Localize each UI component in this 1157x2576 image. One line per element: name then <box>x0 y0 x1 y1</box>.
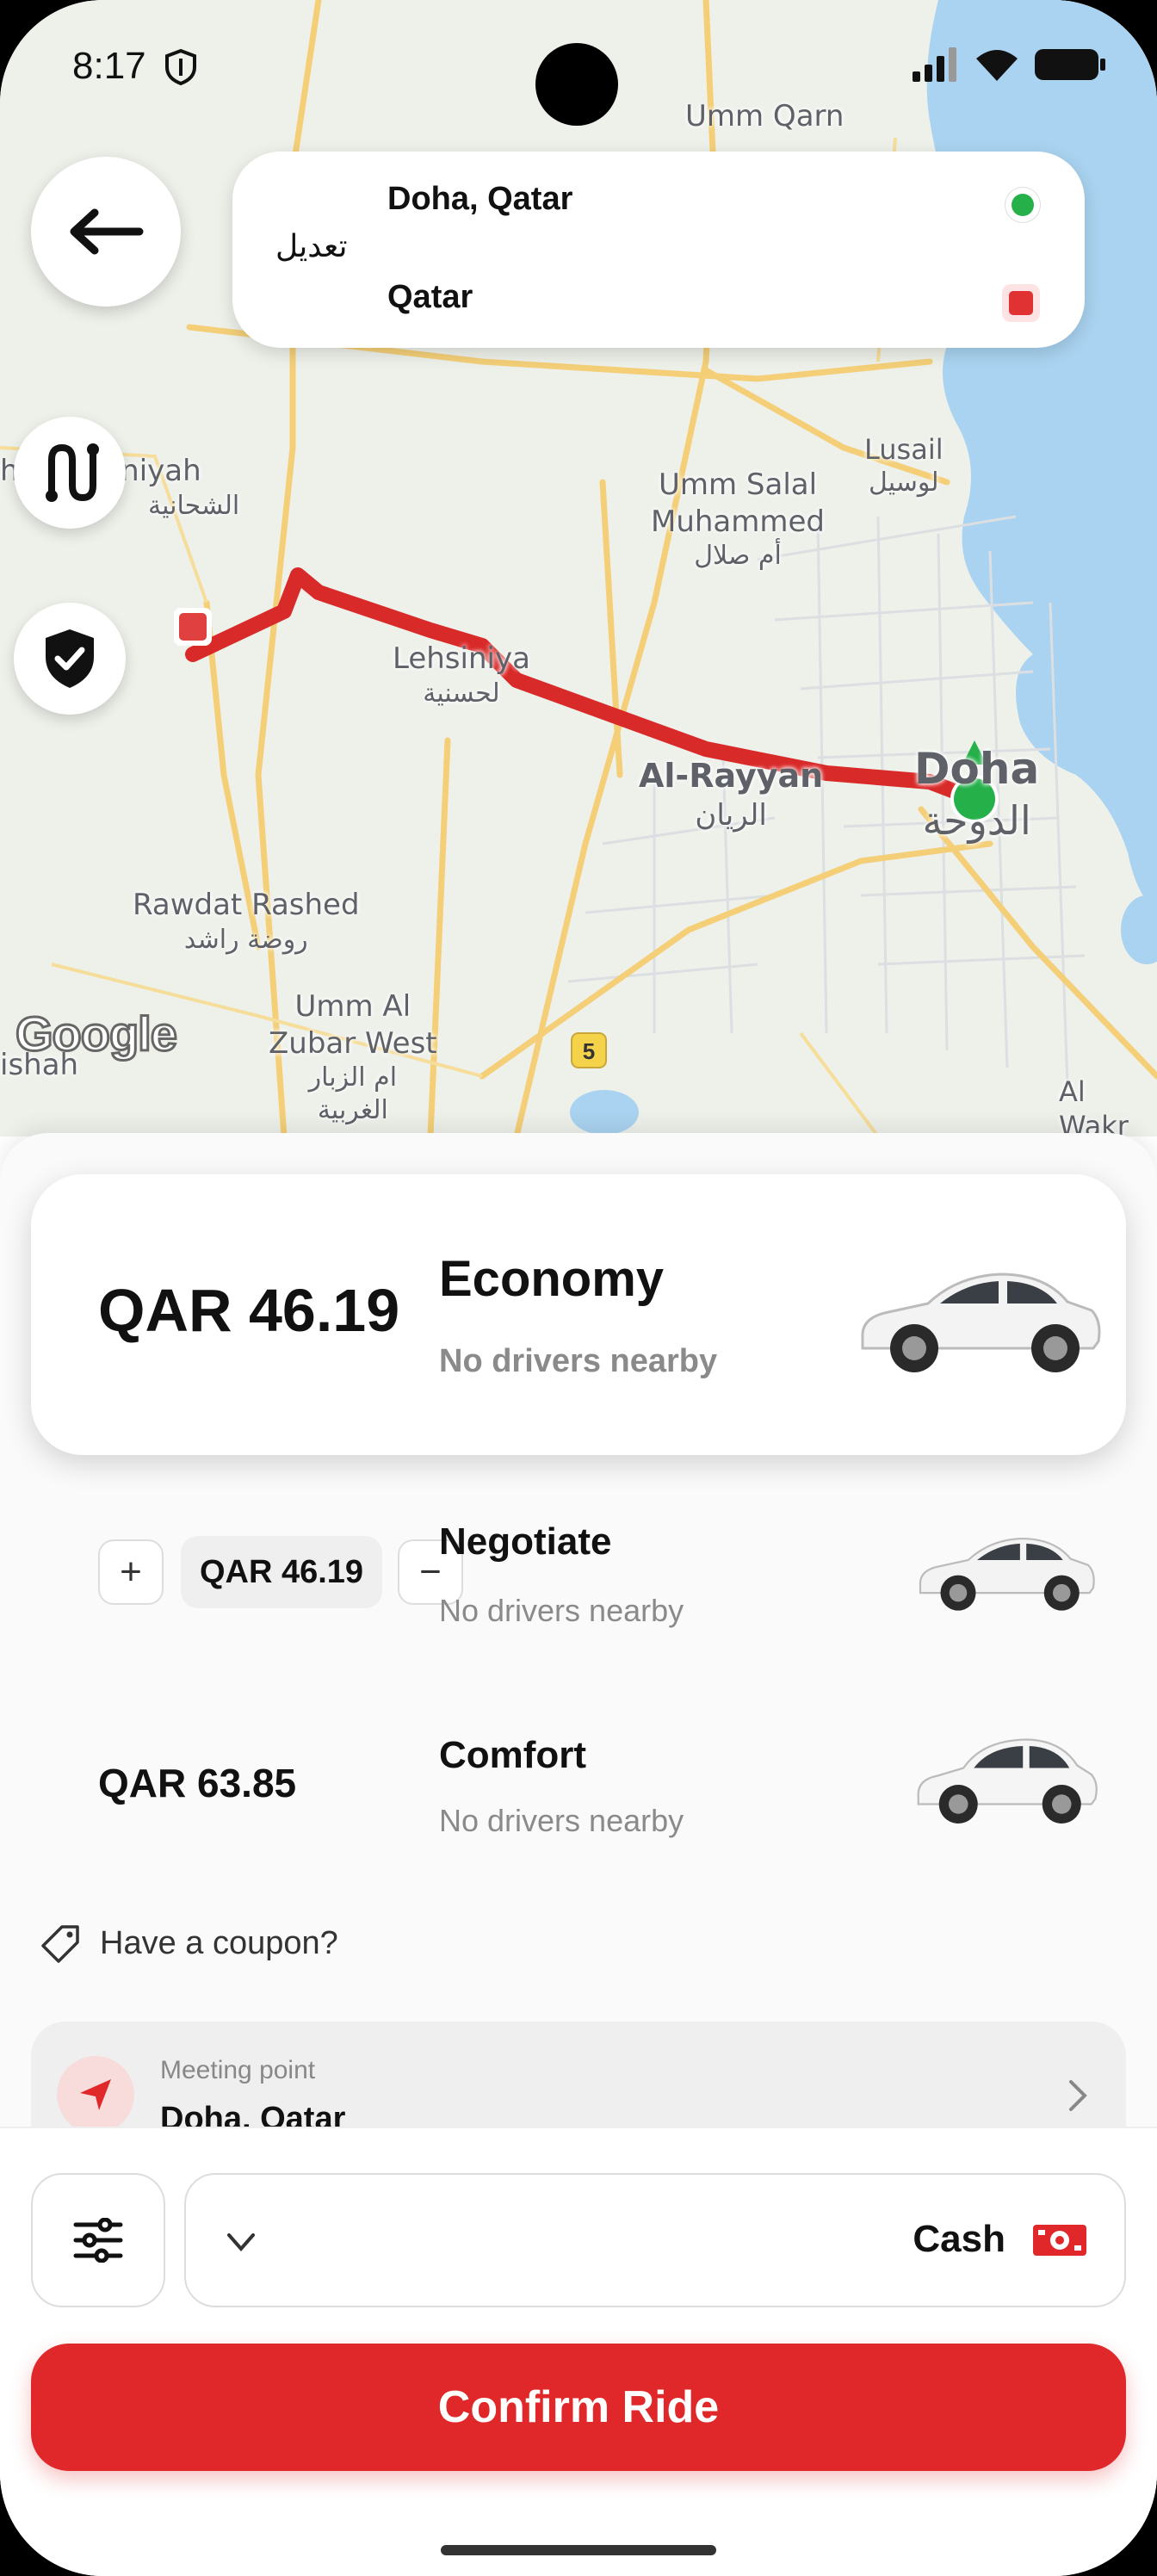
ride-preferences-button[interactable] <box>31 2173 165 2307</box>
route-line <box>185 567 982 807</box>
map-label-umm-al-zubar: Umm Al Zubar West ام الزبار الغربية <box>269 988 437 1126</box>
map-label-umm-al-zubar-ar2: الغربية <box>317 1094 388 1125</box>
road-5-label: 5 <box>583 1038 595 1064</box>
map-label-lusail-en: Lusail <box>864 433 944 466</box>
map-label-al-wakra: Al Wakr <box>1059 1075 1129 1136</box>
comfort-car-image <box>917 1738 1098 1824</box>
map-label-doha-en: Doha <box>914 744 1040 794</box>
economy-name: Economy <box>439 1251 665 1307</box>
back-button[interactable] <box>31 157 181 307</box>
edit-route-button[interactable]: تعديل <box>275 229 348 264</box>
map-label-al-rayyan: Al-Rayyan الريان <box>639 756 823 833</box>
map-label-doha-ar: الدوحة <box>922 796 1031 844</box>
map-label-umm-al-zubar-en1: Umm Al <box>294 989 411 1024</box>
coupon-label: Have a coupon? <box>100 1924 338 1961</box>
payment-method-label: Cash <box>913 2218 1005 2260</box>
economy-price: QAR 46.19 <box>98 1277 400 1344</box>
negotiate-name: Negotiate <box>439 1520 612 1563</box>
home-indicator <box>441 2545 716 2555</box>
comfort-price: QAR 63.85 <box>98 1761 297 1805</box>
google-logo: Google <box>15 1006 179 1062</box>
map-label-umm-al-zubar-en2: Zubar West <box>269 1025 437 1061</box>
camera-cutout <box>535 43 618 126</box>
payment-method-select[interactable]: Cash <box>184 2173 1126 2307</box>
map-label-rawdat-ar: روضة راشد <box>183 924 308 955</box>
map-label-umm-salal-en2: Muhammed <box>651 504 826 539</box>
battery-icon <box>1035 49 1105 80</box>
confirm-ride-button[interactable]: Confirm Ride <box>31 2344 1126 2471</box>
meeting-point-label: Meeting point <box>160 2056 316 2084</box>
map-label-lehsiniya-ar: لحسنية <box>423 678 500 709</box>
cash-icon <box>1033 2225 1086 2256</box>
tag-icon <box>41 1925 79 1963</box>
negotiate-car-image <box>919 1537 1095 1611</box>
map-label-al-rayyan-ar: الريان <box>695 797 767 833</box>
chevron-down-icon <box>227 2233 255 2252</box>
map-label-rawdat-en: Rawdat Rashed <box>133 888 360 922</box>
map-label-rawdat-rashed: Rawdat Rashed روضة راشد <box>133 887 360 956</box>
map-label-doha: Doha الدوحة <box>914 742 1039 845</box>
safety-button[interactable] <box>14 603 126 715</box>
signal-icon <box>913 47 956 82</box>
arrow-left-icon <box>70 208 144 255</box>
bottom-action-bar: Cash Confirm Ride <box>0 2127 1157 2576</box>
route-from[interactable]: Doha, Qatar <box>387 181 572 218</box>
map-label-umm-salal-ar: أم صلال <box>694 541 782 571</box>
map-label-umm-salal-en1: Umm Salal <box>658 468 818 502</box>
ride-option-negotiate[interactable]: + QAR 46.19 − Negotiate No drivers nearb… <box>31 1479 1126 1651</box>
navigation-arrow-icon <box>57 2056 134 2133</box>
coupon-link[interactable]: Have a coupon? <box>41 1923 338 1963</box>
map-label-umm-al-zubar-ar1: ام الزبار <box>308 1062 398 1093</box>
negotiate-price: QAR 46.19 <box>181 1536 382 1608</box>
map-label-al-rayyan-en: Al-Rayyan <box>639 757 824 795</box>
map-label-lehsiniya: Lehsiniya لحسنية <box>393 641 530 709</box>
shield-status-icon <box>165 48 196 86</box>
phone-screen: 5 Umm Qarn h-Shahaniyah الشحانية Lusail … <box>0 0 1157 2576</box>
route-card[interactable]: تعديل Doha, Qatar Qatar <box>232 152 1085 348</box>
comfort-status: No drivers nearby <box>439 1803 684 1838</box>
destination-square-icon <box>1002 284 1040 322</box>
map-label-umm-salal: Umm Salal Muhammed أم صلال <box>651 467 825 573</box>
chevron-right-icon <box>1069 2080 1087 2111</box>
destination-marker <box>179 613 207 641</box>
map-label-lusail: Lusail لوسيل <box>864 432 944 499</box>
comfort-name: Comfort <box>439 1734 587 1776</box>
ride-option-comfort[interactable]: QAR 63.85 Comfort No drivers nearby <box>31 1691 1126 1863</box>
route-toggle-button[interactable] <box>14 417 126 529</box>
wifi-icon <box>976 50 1018 81</box>
negotiate-status: No drivers nearby <box>439 1593 684 1628</box>
status-icons <box>913 46 1105 83</box>
route-to[interactable]: Qatar <box>387 279 473 316</box>
status-time: 8:17 <box>72 45 146 87</box>
economy-status: No drivers nearby <box>439 1343 718 1379</box>
shield-check-icon <box>46 629 94 688</box>
ride-option-economy[interactable]: QAR 46.19 Economy No drivers nearby <box>31 1174 1126 1455</box>
economy-car-image <box>861 1273 1101 1372</box>
map-label-lusail-ar: لوسيل <box>869 468 939 498</box>
origin-dot-icon <box>1005 188 1040 222</box>
status-bar: 8:17 <box>0 0 1157 138</box>
sliders-icon <box>73 2218 123 2263</box>
route-icon <box>46 443 99 502</box>
map-label-lehsiniya-en: Lehsiniya <box>393 641 530 676</box>
increase-price-button[interactable]: + <box>98 1539 164 1605</box>
